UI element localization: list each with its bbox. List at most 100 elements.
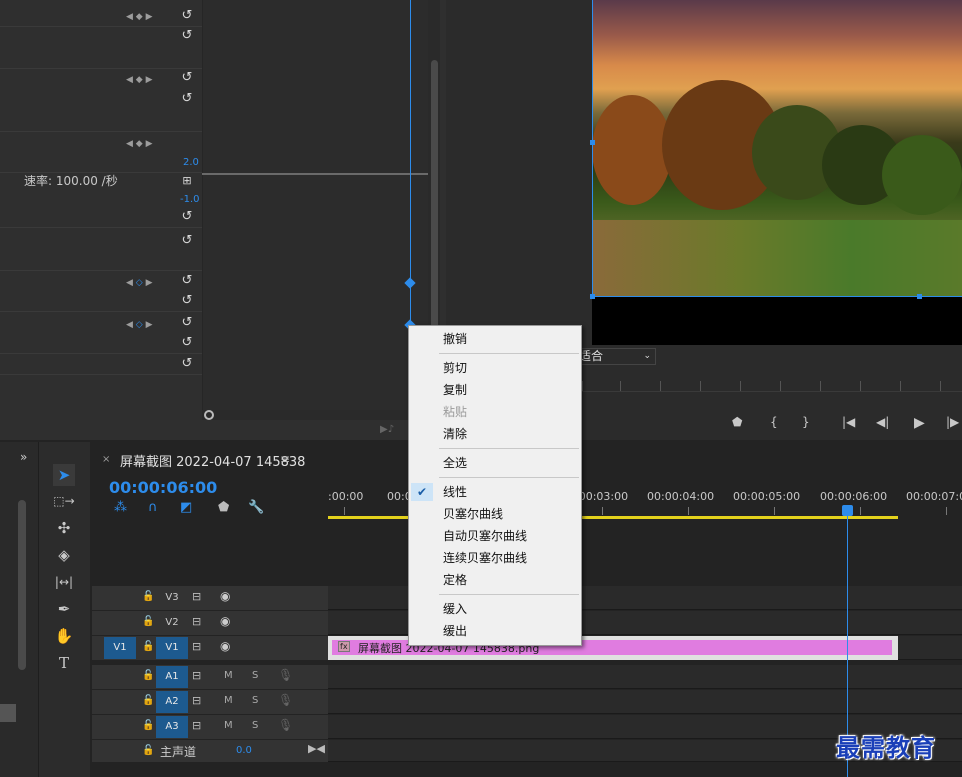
master-volume-value[interactable]: 0.0: [236, 745, 252, 756]
keyframe-navigator[interactable]: ◀ ◆ ▶: [126, 73, 170, 87]
lock-icon[interactable]: 🔓: [142, 745, 154, 756]
keyframe-navigator[interactable]: ◀ ◇ ▶: [126, 276, 170, 290]
go-to-in-icon[interactable]: |◀: [842, 415, 855, 429]
selection-tool-icon[interactable]: ➤: [53, 464, 75, 486]
keyframe-navigator[interactable]: ◀ ◆ ▶: [126, 137, 170, 151]
menu-item-bezier[interactable]: 贝塞尔曲线: [409, 503, 581, 525]
hand-tool-icon[interactable]: ✋: [53, 625, 75, 647]
step-back-icon[interactable]: ◀|: [876, 415, 889, 429]
transform-handle[interactable]: [917, 294, 922, 299]
panel-menu-icon[interactable]: ≡: [280, 452, 290, 466]
sync-lock-icon[interactable]: ⊟: [192, 694, 201, 707]
menu-item-ease-out[interactable]: 缓出: [409, 620, 581, 642]
mic-icon[interactable]: 🎙: [278, 693, 293, 707]
menu-item-copy[interactable]: 复制: [409, 379, 581, 401]
lock-icon[interactable]: 🔓: [142, 670, 154, 681]
play-icon[interactable]: ▶: [914, 415, 925, 431]
menu-item-undo[interactable]: 撤销: [409, 328, 581, 350]
ripple-edit-tool-icon[interactable]: ✣: [53, 517, 75, 539]
solo-button[interactable]: S: [252, 670, 258, 681]
step-forward-icon[interactable]: |▶: [946, 415, 959, 429]
eye-icon[interactable]: ◉: [220, 589, 230, 603]
speed-graph-line[interactable]: [202, 173, 428, 175]
wrench-icon[interactable]: 🔧: [248, 500, 264, 515]
solo-button[interactable]: S: [252, 720, 258, 731]
keyframe-navigator[interactable]: ◀ ◇ ▶: [126, 318, 170, 332]
graph-max-value[interactable]: 2.0: [183, 157, 199, 168]
razor-tool-icon[interactable]: ◈: [53, 544, 75, 566]
menu-item-auto-bezier[interactable]: 自动贝塞尔曲线: [409, 525, 581, 547]
transform-handle[interactable]: [590, 294, 595, 299]
track-label-a3[interactable]: A3: [156, 716, 188, 738]
menu-item-cut[interactable]: 剪切: [409, 357, 581, 379]
menu-item-select-all[interactable]: 全选: [409, 452, 581, 474]
sync-lock-icon[interactable]: ⊟: [192, 590, 201, 603]
reset-icon[interactable]: ↺: [180, 234, 194, 248]
lock-icon[interactable]: 🔓: [142, 720, 154, 731]
add-marker-icon[interactable]: ⬟: [732, 415, 742, 429]
close-icon[interactable]: ×: [102, 454, 110, 465]
bounding-box[interactable]: [592, 296, 962, 297]
track-label-a2[interactable]: A2: [156, 691, 188, 713]
keyframe-graph-area[interactable]: [202, 0, 428, 410]
menu-item-continuous-bezier[interactable]: 连续贝塞尔曲线: [409, 547, 581, 569]
menu-item-clear[interactable]: 清除: [409, 423, 581, 445]
lock-icon[interactable]: 🔓: [142, 616, 154, 627]
timecode-display[interactable]: 00:00:06:00: [109, 478, 217, 497]
reset-icon[interactable]: ↺: [180, 274, 194, 288]
solo-button[interactable]: S: [252, 695, 258, 706]
mark-in-icon[interactable]: {: [770, 415, 778, 429]
reset-icon[interactable]: ↺: [180, 92, 194, 106]
track-label-v1[interactable]: V1: [156, 637, 188, 659]
ec-horizontal-scrollbar[interactable]: [202, 410, 422, 420]
transform-handle[interactable]: [590, 140, 595, 145]
sequence-title[interactable]: 屏幕截图 2022-04-07 145838: [120, 451, 305, 470]
reset-icon[interactable]: ↺: [180, 316, 194, 330]
snap-magnet-icon[interactable]: ∩: [148, 500, 158, 515]
bounding-box[interactable]: [592, 0, 593, 297]
goto-end-icon[interactable]: ▶◀: [308, 742, 325, 755]
track-a2[interactable]: [328, 690, 962, 714]
lock-icon[interactable]: 🔓: [142, 591, 154, 602]
mute-button[interactable]: M: [224, 720, 233, 731]
lock-icon[interactable]: 🔓: [142, 695, 154, 706]
track-select-tool-icon[interactable]: ⬚→: [53, 490, 75, 512]
menu-item-linear[interactable]: ✔ 线性: [409, 481, 581, 503]
fx-badge[interactable]: fx: [338, 641, 350, 652]
zoom-handle[interactable]: [204, 410, 214, 420]
mic-icon[interactable]: 🎙: [278, 718, 293, 732]
reset-icon[interactable]: ↺: [180, 29, 194, 43]
graph-min-value[interactable]: -1.0: [180, 194, 200, 205]
scroll-thumb[interactable]: [18, 500, 26, 670]
reset-icon[interactable]: ↺: [180, 9, 194, 23]
menu-item-ease-in[interactable]: 缓入: [409, 598, 581, 620]
linked-selection-icon[interactable]: ◩: [180, 500, 192, 515]
sync-lock-icon[interactable]: ⊟: [192, 615, 201, 628]
track-a1[interactable]: [328, 665, 962, 689]
mic-icon[interactable]: 🎙: [278, 668, 293, 682]
add-marker-icon[interactable]: ⬟: [218, 500, 229, 515]
video-preview[interactable]: [592, 0, 962, 297]
mark-out-icon[interactable]: }: [802, 415, 810, 429]
program-time-ruler[interactable]: [580, 372, 962, 392]
menu-item-hold[interactable]: 定格: [409, 569, 581, 591]
sync-lock-icon[interactable]: ⊟: [192, 669, 201, 682]
mute-button[interactable]: M: [224, 670, 233, 681]
lock-icon[interactable]: 🔓: [142, 641, 154, 652]
track-label-v3[interactable]: V3: [156, 587, 188, 609]
track-label-v2[interactable]: V2: [156, 612, 188, 634]
zoom-fit-select[interactable]: 适合 ⌄: [574, 348, 656, 365]
panel-overflow-icon[interactable]: »: [20, 450, 27, 464]
sync-lock-icon[interactable]: ⊟: [192, 719, 201, 732]
source-patch-v1[interactable]: V1: [104, 637, 136, 659]
mute-button[interactable]: M: [224, 695, 233, 706]
nest-toggle-icon[interactable]: ⁂: [114, 500, 127, 515]
reset-icon[interactable]: ↺: [180, 210, 194, 224]
pen-tool-icon[interactable]: ✒: [53, 598, 75, 620]
track-label-a1[interactable]: A1: [156, 666, 188, 688]
slip-tool-icon[interactable]: |↔|: [53, 571, 75, 593]
reset-icon[interactable]: ↺: [180, 71, 194, 85]
keyframe-navigator[interactable]: ◀ ◆ ▶: [126, 10, 170, 24]
type-tool-icon[interactable]: T: [53, 652, 75, 674]
sync-lock-icon[interactable]: ⊟: [192, 640, 201, 653]
